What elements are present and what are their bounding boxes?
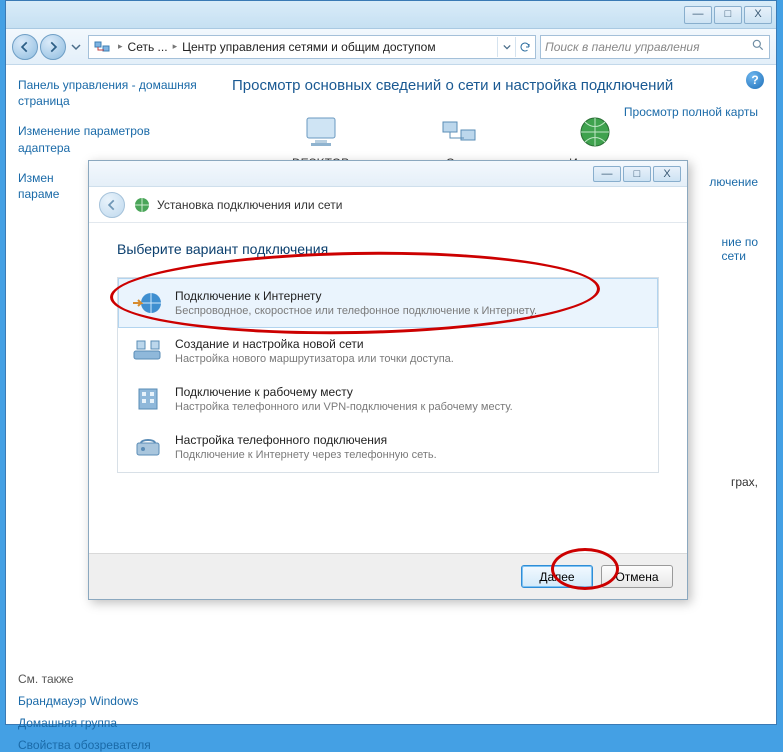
text-fragment: параме	[18, 187, 59, 201]
chevron-down-icon	[503, 43, 511, 51]
refresh-button[interactable]	[515, 37, 533, 57]
address-bar[interactable]: ▸ Сеть ... ▸ Центр управления сетями и о…	[88, 35, 536, 59]
chevron-down-icon	[71, 42, 81, 52]
sidebar-link-firewall[interactable]: Брандмауэр Windows	[18, 694, 202, 708]
option-title: Создание и настройка новой сети	[175, 337, 454, 351]
text-fragment: сети	[721, 249, 745, 263]
window-titlebar: — □ X	[6, 1, 776, 29]
next-button[interactable]: Далее	[521, 565, 593, 588]
sidebar-link-adapter-settings[interactable]: Изменение параметров адаптера	[18, 123, 202, 155]
sidebar-link-homegroup[interactable]: Домашняя группа	[18, 716, 202, 730]
partial-text: грах,	[731, 475, 758, 489]
breadcrumb-chevron-icon: ▸	[115, 41, 126, 52]
dialog-maximize-button[interactable]: □	[623, 166, 651, 182]
breadcrumb-item[interactable]: Центр управления сетями и общим доступом	[180, 40, 438, 54]
nav-forward-button[interactable]	[40, 34, 66, 60]
computer-icon	[301, 112, 341, 152]
wizard-icon	[133, 196, 151, 214]
search-placeholder: Поиск в панели управления	[545, 40, 700, 54]
dialog-title: Установка подключения или сети	[157, 198, 342, 212]
dialog-body: Выберите вариант подключения Подключение…	[89, 223, 687, 491]
dialog-close-button[interactable]: X	[653, 166, 681, 182]
text-fragment: Измен	[18, 171, 54, 185]
globe-arrow-icon	[131, 289, 165, 317]
partial-link-connection[interactable]: лючение	[709, 175, 758, 189]
option-setup-network[interactable]: Создание и настройка новой сети Настройк…	[119, 327, 657, 375]
partial-link-network[interactable]: ние по сети	[721, 235, 758, 263]
sidebar-link-home[interactable]: Панель управления - домашняя страница	[18, 77, 202, 109]
option-title: Настройка телефонного подключения	[175, 433, 437, 447]
dialog-titlebar: — □ X	[89, 161, 687, 187]
option-dialup[interactable]: Настройка телефонного подключения Подклю…	[119, 423, 657, 471]
address-dropdown-button[interactable]	[497, 37, 515, 57]
wizard-dialog: — □ X Установка подключения или сети Выб…	[88, 160, 688, 600]
maximize-button[interactable]: □	[714, 6, 742, 24]
option-title: Подключение к Интернету	[175, 289, 537, 303]
building-icon	[131, 385, 165, 413]
dialog-minimize-button[interactable]: —	[593, 166, 621, 182]
dialog-heading: Выберите вариант подключения	[117, 241, 659, 257]
option-desc: Беспроводное, скоростное или телефонное …	[175, 305, 537, 317]
cancel-button[interactable]: Отмена	[601, 565, 673, 588]
option-connect-workplace[interactable]: Подключение к рабочему месту Настройка т…	[119, 375, 657, 423]
search-input[interactable]: Поиск в панели управления	[540, 35, 770, 59]
refresh-icon	[519, 41, 531, 53]
option-desc: Настройка нового маршрутизатора или точк…	[175, 353, 454, 365]
toolbar: ▸ Сеть ... ▸ Центр управления сетями и о…	[6, 29, 776, 65]
globe-icon	[575, 112, 615, 152]
wizard-back-button[interactable]	[99, 192, 125, 218]
dialog-header: Установка подключения или сети	[89, 187, 687, 223]
breadcrumb-chevron-icon: ▸	[170, 41, 181, 52]
option-title: Подключение к рабочему месту	[175, 385, 513, 399]
sidebar-link-browser-properties[interactable]: Свойства обозревателя	[18, 738, 202, 752]
view-full-map-link[interactable]: Просмотр полной карты	[624, 105, 758, 119]
see-also-header: См. также	[18, 672, 202, 686]
network-icon	[439, 112, 479, 152]
page-title: Просмотр основных сведений о сети и наст…	[232, 77, 758, 94]
phone-modem-icon	[131, 433, 165, 461]
nav-back-button[interactable]	[12, 34, 38, 60]
arrow-left-icon	[105, 198, 119, 212]
arrow-left-icon	[18, 40, 32, 54]
option-connect-internet[interactable]: Подключение к Интернету Беспроводное, ск…	[118, 278, 658, 328]
breadcrumb-item[interactable]: Сеть ...	[126, 40, 170, 54]
close-button[interactable]: X	[744, 6, 772, 24]
option-desc: Настройка телефонного или VPN-подключени…	[175, 401, 513, 413]
search-icon	[751, 38, 765, 55]
minimize-button[interactable]: —	[684, 6, 712, 24]
option-desc: Подключение к Интернету через телефонную…	[175, 449, 437, 461]
router-icon	[131, 337, 165, 365]
connection-options-list: Подключение к Интернету Беспроводное, ск…	[117, 277, 659, 473]
nav-history-dropdown[interactable]	[68, 34, 84, 60]
arrow-right-icon	[46, 40, 60, 54]
dialog-footer: Далее Отмена	[89, 553, 687, 599]
text-fragment: ние по	[721, 235, 758, 249]
network-location-icon	[91, 36, 113, 58]
help-icon[interactable]: ?	[746, 71, 764, 89]
